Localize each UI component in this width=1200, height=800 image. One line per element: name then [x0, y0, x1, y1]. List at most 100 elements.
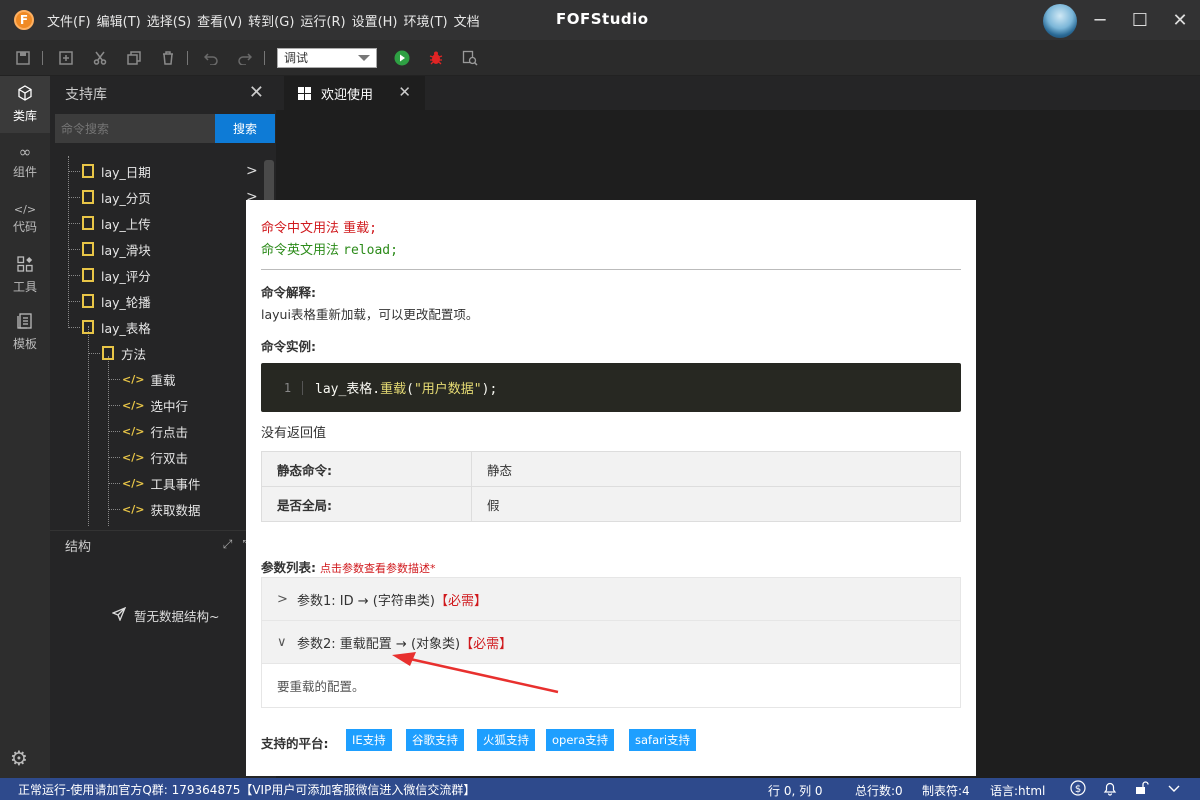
- menu-run[interactable]: 运行(R): [297, 11, 348, 30]
- undo-icon[interactable]: [200, 47, 222, 69]
- structure-empty-state: 暂无数据结构~: [111, 606, 219, 625]
- menu-edit[interactable]: 编辑(T): [94, 11, 144, 30]
- code-icon: </>: [13, 202, 37, 216]
- delete-icon[interactable]: [157, 47, 179, 69]
- svg-text:$: $: [1075, 784, 1081, 795]
- tree-item[interactable]: </> 工具事件: [122, 472, 200, 494]
- code-icon: </>: [122, 450, 145, 464]
- tree-item[interactable]: </> 行双击: [122, 446, 188, 468]
- language-mode[interactable]: 语言:html: [990, 782, 1045, 799]
- code-icon: </>: [122, 372, 145, 386]
- activity-templates[interactable]: 模板: [0, 304, 50, 361]
- run-mode-select[interactable]: 调试: [277, 47, 377, 68]
- line-number: 1: [273, 380, 303, 395]
- tree-item[interactable]: 方法: [102, 342, 146, 364]
- usage-en-label: 命令英文用法: [261, 243, 340, 258]
- command-doc-card: 命令中文用法 重载; 命令英文用法 reload; 命令解释: layui表格重…: [246, 200, 976, 776]
- tree-item[interactable]: lay_表格: [82, 316, 151, 338]
- bell-icon[interactable]: [1102, 780, 1118, 799]
- code-icon: </>: [122, 476, 145, 490]
- tree-item[interactable]: lay_上传: [82, 212, 151, 234]
- structure-title: 结构: [65, 540, 92, 555]
- new-file-icon[interactable]: [55, 47, 77, 69]
- tree-item[interactable]: lay_分页 >: [82, 186, 258, 208]
- tree-item[interactable]: lay_评分: [82, 264, 151, 286]
- activity-tools[interactable]: 工具: [0, 247, 50, 304]
- menu-select[interactable]: 选择(S): [144, 11, 194, 30]
- inspect-icon[interactable]: [459, 47, 481, 69]
- maximize-button[interactable]: ☐: [1128, 8, 1152, 32]
- save-icon[interactable]: [12, 47, 34, 69]
- tree-item-label: lay_上传: [101, 216, 151, 232]
- menu-file[interactable]: 文件(F): [44, 11, 94, 30]
- panel-header: 支持库 ✕: [50, 76, 276, 112]
- tree-item[interactable]: </> 行点击: [122, 420, 188, 442]
- chevron-right-icon: >: [246, 163, 258, 179]
- tree-item-label: 行点击: [150, 424, 188, 440]
- example-title: 命令实例:: [261, 339, 316, 354]
- tree-item[interactable]: </> 重载: [122, 368, 175, 390]
- cut-icon[interactable]: [89, 47, 111, 69]
- expand-icon[interactable]: ⤢: [223, 537, 243, 551]
- param-description: 要重载的配置。: [262, 664, 960, 707]
- menu-view[interactable]: 查看(V): [194, 11, 245, 30]
- platform-tag: 火狐支持: [477, 729, 535, 751]
- activity-code[interactable]: </> 代码: [0, 190, 50, 247]
- run-mode-value: 调试: [284, 51, 309, 65]
- run-icon[interactable]: [391, 47, 413, 69]
- tree-item[interactable]: lay_轮播: [82, 290, 151, 312]
- search-input[interactable]: [55, 114, 215, 143]
- dollar-icon[interactable]: $: [1070, 780, 1086, 799]
- prop-value: 静态: [471, 451, 961, 487]
- panel-title: 支持库: [65, 87, 107, 103]
- cube-icon: [17, 85, 33, 105]
- debug-icon[interactable]: [425, 47, 447, 69]
- prop-key: 是否全局:: [261, 486, 472, 522]
- activity-library[interactable]: 类库: [0, 76, 50, 133]
- menu-goto[interactable]: 转到(G): [245, 11, 297, 30]
- menu-docs[interactable]: 文档: [451, 11, 483, 30]
- tree-guide: [68, 171, 80, 172]
- param-item[interactable]: ∨ 参数2: 重载配置 → (对象类) 【必需】: [262, 621, 960, 664]
- gear-icon[interactable]: ⚙: [10, 746, 28, 770]
- tab-welcome[interactable]: 欢迎使用 ✕: [284, 76, 425, 110]
- redo-icon[interactable]: [234, 47, 256, 69]
- tree-item-label: lay_滑块: [101, 242, 151, 258]
- user-avatar[interactable]: [1043, 4, 1077, 38]
- close-icon[interactable]: ✕: [249, 82, 264, 103]
- book-icon: [82, 320, 94, 334]
- book-icon: [82, 268, 94, 282]
- param-required: 【必需】: [434, 593, 487, 609]
- minimize-button[interactable]: ─: [1088, 8, 1112, 32]
- copy-icon[interactable]: [123, 47, 145, 69]
- menu-settings[interactable]: 设置(H): [349, 11, 401, 30]
- platform-tag: IE支持: [346, 729, 392, 751]
- editor-tab-bar: 欢迎使用 ✕: [276, 76, 1200, 110]
- template-icon: [17, 313, 33, 333]
- tree-item-label: lay_分页: [101, 190, 151, 206]
- activity-label: 模板: [12, 337, 37, 351]
- search-button[interactable]: 搜索: [215, 114, 275, 143]
- tree-item[interactable]: </> 选中行: [122, 394, 188, 416]
- param-item[interactable]: > 参数1: ID → (字符串类) 【必需】: [262, 578, 960, 621]
- tree-item[interactable]: </> 获取数据: [122, 498, 200, 520]
- activity-bar: 类库 ∞ 组件 </> 代码 工具 模板 ⚙: [0, 76, 50, 778]
- code-paren-open: (: [406, 382, 414, 397]
- close-window-button[interactable]: ✕: [1168, 8, 1192, 32]
- book-icon: [102, 346, 114, 360]
- tree-item[interactable]: lay_滑块: [82, 238, 151, 260]
- toolbar-separator: [187, 50, 188, 65]
- unlock-icon[interactable]: [1133, 780, 1149, 799]
- menu-environment[interactable]: 环境(T): [401, 11, 451, 30]
- activity-label: 工具: [12, 280, 37, 294]
- tab-size[interactable]: 制表符:4: [922, 782, 970, 799]
- menu-bar: 文件(F) 编辑(T) 选择(S) 查看(V) 转到(G) 运行(R) 设置(H…: [44, 11, 483, 30]
- chevron-down-icon[interactable]: [1166, 780, 1182, 799]
- tree-item[interactable]: lay_日期 >: [82, 160, 258, 182]
- tree-guide: [68, 197, 80, 198]
- tree-guide: [68, 327, 80, 328]
- code-line: lay_表格.重载("用户数据");: [315, 378, 497, 397]
- activity-components[interactable]: ∞ 组件: [0, 133, 50, 190]
- tree-guide: [108, 431, 120, 432]
- close-tab-icon[interactable]: ✕: [398, 83, 411, 101]
